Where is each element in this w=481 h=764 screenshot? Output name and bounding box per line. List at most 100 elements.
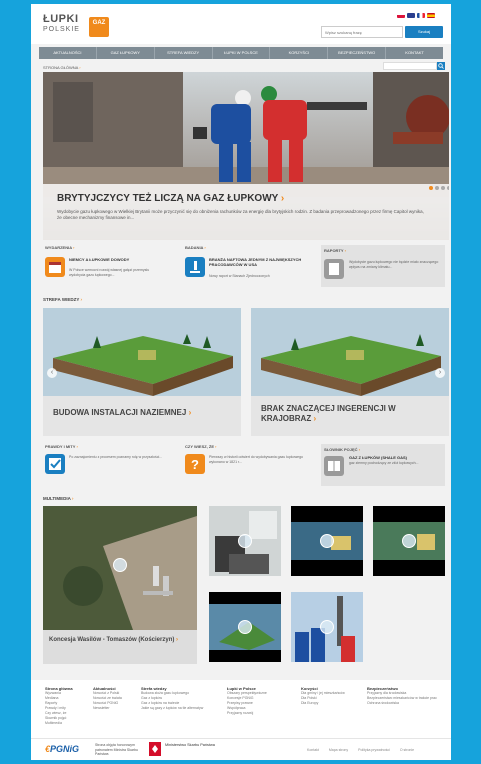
play-icon[interactable] xyxy=(238,620,252,634)
footer-column: Aktualności Nowości z Polski Nowości ze … xyxy=(93,686,141,711)
logo-badge[interactable]: GAZ xyxy=(89,17,109,37)
knowledge-image-2 xyxy=(251,308,449,396)
footer-column: Korzyści Dla gminy i jej mieszkańców Dla… xyxy=(301,686,361,706)
video-thumb-4[interactable] xyxy=(209,592,281,662)
knowledge-caption-2[interactable]: BRAK ZNACZĄCEJ INGERENCJI W KRAJOBRAZ › xyxy=(261,404,421,424)
nav-item-knowledge[interactable]: Strefa wiedzy xyxy=(155,47,213,59)
flag-es-icon[interactable] xyxy=(427,13,435,18)
info-box-text: Nowy raport w Stanach Zjednoczonych xyxy=(209,274,270,278)
play-icon[interactable] xyxy=(238,534,252,548)
slider-dot[interactable] xyxy=(447,186,449,190)
flag-en-icon[interactable] xyxy=(407,13,415,18)
info-box-did-you-know: CZY WIESZ, ŻE › ? Pierwszy w historii od… xyxy=(185,444,313,474)
flag-pl-icon[interactable] xyxy=(397,13,405,18)
footer-bottom-links: Kontakt Mapa strony Polityka prywatności… xyxy=(307,748,414,752)
footer-link[interactable]: Przyjazny rozwój xyxy=(227,711,293,716)
info-box-heading[interactable]: PRAWDY I MITY › xyxy=(45,444,173,449)
search-button[interactable]: Szukaj xyxy=(405,26,443,38)
ministry-logo-text[interactable]: Ministerstwo Skarbu Państwa xyxy=(165,743,215,748)
video-thumb-3[interactable] xyxy=(373,506,445,576)
logo-title[interactable]: ŁUPKI xyxy=(43,13,79,25)
logo-subtitle[interactable]: POLSKIE xyxy=(43,26,80,33)
nav-item-shale-poland[interactable]: Łupki w Polsce xyxy=(213,47,271,59)
footer-link[interactable]: Newsletter xyxy=(93,706,141,711)
nav-item-contact[interactable]: Kontakt xyxy=(386,47,443,59)
checkmark-icon xyxy=(45,454,65,474)
knowledge-card-2[interactable]: › BRAK ZNACZĄCEJ INGERENCJI W KRAJOBRAZ … xyxy=(251,308,449,436)
play-icon[interactable] xyxy=(320,620,334,634)
footer-link[interactable]: Multimedia xyxy=(45,721,101,726)
footer-link[interactable]: Jakie są gazy z łupków na tle alternatyw xyxy=(141,706,221,711)
footer-bottom-link[interactable]: Mapa strony xyxy=(329,748,348,752)
footer-column: Bezpieczeństwo Przyjazny dla środowiska … xyxy=(367,686,443,706)
breadcrumb[interactable]: STRONA GŁÓWNA › xyxy=(43,65,81,70)
info-box-text: Wydobycie gazu łupkowego nie będzie miał… xyxy=(349,260,439,269)
search-icon xyxy=(438,63,444,69)
hero-title-text[interactable]: BRYTYJCZYCY TEŻ LICZĄ NA GAZ ŁUPKOWY xyxy=(57,193,278,204)
slider-dot[interactable] xyxy=(429,186,433,190)
carousel-next-button[interactable]: › xyxy=(435,368,445,378)
calendar-icon xyxy=(45,257,65,277)
info-box-text: Pierwszy w historii odwiert do wydobywan… xyxy=(209,455,303,464)
logo-badge-text: GAZ xyxy=(92,20,106,26)
slider-dots xyxy=(429,186,449,190)
video-thumb-1[interactable] xyxy=(209,506,281,576)
info-box-text: gaz ziemny pochodzący ze złóż łupkowych.… xyxy=(349,461,419,465)
hero-slider[interactable]: BRYTYJCZYCY TEŻ LICZĄ NA GAZ ŁUPKOWY › W… xyxy=(43,72,449,240)
info-box-heading[interactable]: WYDARZENIA › xyxy=(45,245,173,250)
nav-item-shale-gas[interactable]: Gaz łupkowy xyxy=(97,47,155,59)
info-box-title[interactable]: NIEMCY A ŁUPKOWE DOWODY xyxy=(69,257,169,262)
document-icon xyxy=(324,259,344,279)
hero-description: Wydobycie gazu łupkowego w Wielkiej Bryt… xyxy=(57,209,424,220)
info-box-heading[interactable]: BADANIA › xyxy=(185,245,313,250)
secondary-search-button[interactable] xyxy=(437,62,445,70)
book-icon xyxy=(324,456,344,476)
slider-dot[interactable] xyxy=(435,186,439,190)
secondary-search-input[interactable] xyxy=(383,62,437,70)
info-box-title[interactable]: BRANŻA NAFTOWA JEDNYM Z NAJWIĘKSZYCH PRA… xyxy=(209,257,309,267)
footer-column: Strefa wiedzy Budowa złoża gazu łupkoweg… xyxy=(141,686,221,711)
info-box-research: BADANIA › BRANŻA NAFTOWA JEDNYM Z NAJWIĘ… xyxy=(185,245,313,278)
info-box-heading[interactable]: SŁOWNIK POJĘĆ › xyxy=(324,447,442,452)
eagle-emblem-icon xyxy=(149,742,161,756)
footer-divider xyxy=(31,738,451,739)
info-box-events: WYDARZENIA › NIEMCY A ŁUPKOWE DOWODY W P… xyxy=(45,245,173,277)
footer-bottom-link[interactable]: O stronie xyxy=(400,748,414,752)
knowledge-caption-1[interactable]: BUDOWA INSTALACJI NAZIEMNEJ › xyxy=(53,408,233,418)
play-icon[interactable] xyxy=(402,534,416,548)
pgnig-logo[interactable]: €PGNiG xyxy=(45,744,79,754)
hero-title[interactable]: BRYTYJCZYCY TEŻ LICZĄ NA GAZ ŁUPKOWY › xyxy=(57,193,284,204)
slider-dot[interactable] xyxy=(441,186,445,190)
search-input[interactable] xyxy=(321,26,403,38)
multimedia-featured[interactable]: Koncesja Wasilów - Tomaszów (Kościerzyn)… xyxy=(43,506,197,664)
info-box-title[interactable]: GAZ Z ŁUPKÓW (SHALE GAS) xyxy=(349,455,439,460)
page: ŁUPKI POLSKIE GAZ Szukaj Aktualności Gaz… xyxy=(31,4,451,760)
info-box-text: Po zaznajomieniu z procesem poznamy rolę… xyxy=(69,455,163,459)
info-box-facts-myths: PRAWDY I MITY › Po zaznajomieniu z proce… xyxy=(45,444,173,474)
nav-item-benefits[interactable]: Korzyści xyxy=(270,47,329,59)
info-box-reports: RAPORTY › Wydobycie gazu łupkowego nie b… xyxy=(321,245,445,287)
footer-link[interactable]: Ochrona środowiska xyxy=(367,701,443,706)
featured-caption[interactable]: Koncesja Wasilów - Tomaszów (Kościerzyn)… xyxy=(49,636,189,644)
footer-bottom-link[interactable]: Kontakt xyxy=(307,748,319,752)
play-icon[interactable] xyxy=(113,558,127,572)
breadcrumb-arrow-icon: › xyxy=(79,65,81,70)
knowledge-zone-title[interactable]: STREFA WIEDZY › xyxy=(43,297,82,302)
site-header: ŁUPKI POLSKIE GAZ Szukaj xyxy=(31,4,451,44)
nav-item-news[interactable]: Aktualności xyxy=(39,47,97,59)
breadcrumb-home[interactable]: STRONA GŁÓWNA xyxy=(43,65,78,70)
carousel-prev-button[interactable]: ‹ xyxy=(47,368,57,378)
video-thumb-2[interactable] xyxy=(291,506,363,576)
knowledge-card-1[interactable]: ‹ BUDOWA INSTALACJI NAZIEMNEJ › xyxy=(43,308,241,436)
nav-item-safety[interactable]: Bezpieczeństwo xyxy=(328,47,387,59)
patronage-text: Strona objęta honorowym patronatem Minis… xyxy=(95,743,138,756)
multimedia-title[interactable]: MULTIMEDIA › xyxy=(43,496,74,501)
footer-link[interactable]: Dla Europy xyxy=(301,701,361,706)
site-footer: Strona główna Wyzwania Mediana Raporty P… xyxy=(31,680,451,760)
play-icon[interactable] xyxy=(320,534,334,548)
info-box-heading[interactable]: CZY WIESZ, ŻE › xyxy=(185,444,313,449)
info-box-heading[interactable]: RAPORTY › xyxy=(324,248,442,253)
flag-fr-icon[interactable] xyxy=(417,13,425,18)
video-thumb-5[interactable] xyxy=(291,592,363,662)
footer-bottom-link[interactable]: Polityka prywatności xyxy=(358,748,390,752)
